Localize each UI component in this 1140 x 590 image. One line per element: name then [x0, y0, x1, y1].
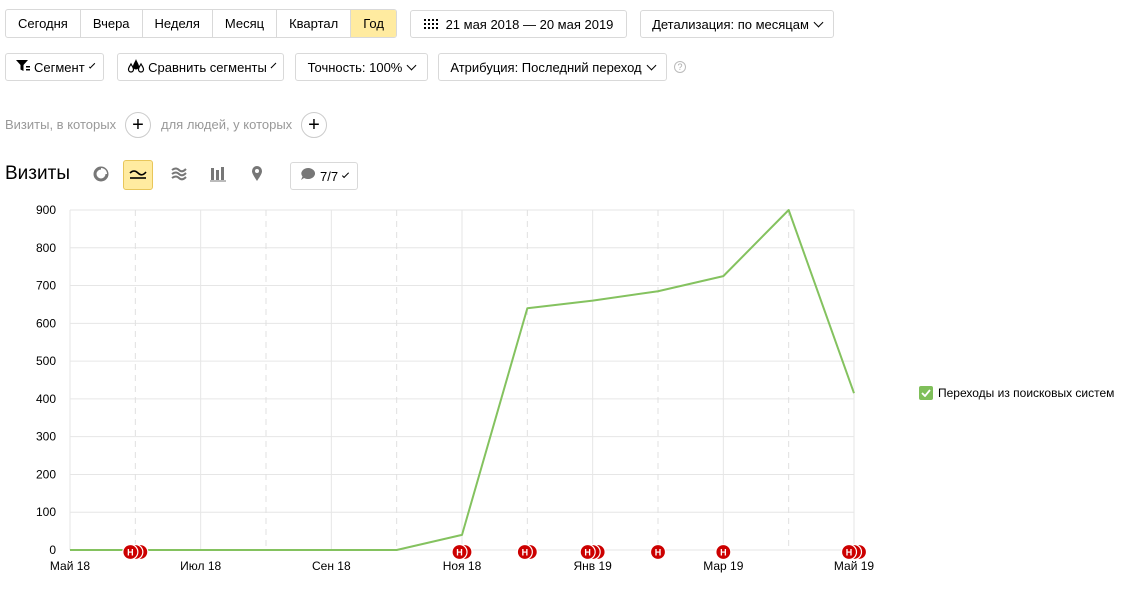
- period-tab[interactable]: Неделя: [143, 10, 213, 37]
- x-tick-label: Июл 18: [180, 559, 221, 573]
- period-selector: Сегодня Вчера Неделя Месяц Квартал Год: [5, 9, 397, 38]
- drops-icon: [127, 58, 145, 76]
- y-tick-label: 100: [36, 505, 56, 519]
- period-tab[interactable]: Месяц: [213, 10, 278, 37]
- pie-chart-view-button[interactable]: [86, 160, 116, 190]
- map-view-button[interactable]: [242, 160, 272, 190]
- checkmark-icon: [921, 389, 931, 397]
- chevron-down-icon: [342, 170, 350, 179]
- y-tick-label: 500: [36, 354, 56, 368]
- x-tick-label: Май 18: [50, 559, 91, 573]
- plus-icon: +: [132, 114, 144, 136]
- chevron-down-icon: [406, 60, 417, 71]
- pie-chart-icon: [93, 166, 109, 185]
- x-tick-label: Сен 18: [312, 559, 351, 573]
- y-tick-label: 800: [36, 241, 56, 255]
- date-range-label: 21 мая 2018 — 20 мая 2019: [445, 16, 614, 32]
- page-title: Визиты: [5, 163, 70, 184]
- period-tab[interactable]: Сегодня: [6, 10, 81, 37]
- x-tick-label: Янв 19: [573, 559, 612, 573]
- note-marker-letter: Н: [522, 548, 529, 558]
- detail-label: Детализация: по месяцам: [652, 16, 809, 32]
- chevron-down-icon: [88, 62, 96, 69]
- x-tick-label: Мар 19: [703, 559, 743, 573]
- chevron-down-icon: [813, 17, 824, 28]
- y-tick-label: 600: [36, 316, 56, 330]
- note-marker-letter: Н: [584, 548, 591, 558]
- area-chart-view-button[interactable]: [164, 160, 194, 190]
- help-icon[interactable]: ?: [674, 61, 686, 73]
- filter-visits-label: Визиты, в которых: [5, 117, 117, 132]
- y-tick-label: 300: [36, 430, 56, 444]
- attribution-dropdown[interactable]: Атрибуция: Последний переход: [438, 53, 667, 81]
- plus-icon: +: [308, 114, 320, 136]
- bar-chart-icon: [210, 166, 226, 185]
- segment-label: Сегмент: [34, 59, 85, 75]
- chevron-down-icon: [270, 62, 277, 69]
- area-chart-icon: [171, 167, 187, 184]
- bar-chart-view-button[interactable]: [203, 160, 233, 190]
- line-chart-view-button[interactable]: [123, 160, 153, 190]
- segment-button[interactable]: Сегмент: [5, 53, 104, 81]
- calendar-icon: [423, 17, 438, 32]
- period-tab[interactable]: Вчера: [81, 10, 143, 37]
- line-chart-icon: [129, 167, 147, 184]
- x-tick-label: Ноя 18: [443, 559, 482, 573]
- attribution-label: Атрибуция: Последний переход: [450, 59, 642, 75]
- compare-label: Сравнить сегменты: [148, 59, 267, 75]
- chevron-down-icon: [646, 60, 657, 71]
- map-pin-icon: [250, 165, 264, 185]
- accuracy-label: Точность: 100%: [307, 59, 403, 75]
- x-tick-label: Май 19: [834, 559, 875, 573]
- notes-count: 7/7: [320, 168, 339, 184]
- add-people-condition-button[interactable]: +: [301, 112, 327, 138]
- comment-icon: [301, 167, 316, 184]
- y-tick-label: 200: [36, 467, 56, 481]
- note-marker-letter: Н: [127, 548, 134, 558]
- legend-label: Переходы из поисковых систем: [938, 386, 1115, 400]
- add-visits-condition-button[interactable]: +: [125, 112, 151, 138]
- y-tick-label: 400: [36, 392, 56, 406]
- visits-line-chart: 0 100 200 300 400 500 600 700 800 900 Май 18 Июл 18…: [36, 203, 875, 573]
- detail-dropdown[interactable]: Детализация: по месяцам: [640, 10, 834, 38]
- y-tick-label: 700: [36, 279, 56, 293]
- legend-checkbox[interactable]: [919, 386, 933, 400]
- legend: Переходы из поисковых систем: [919, 386, 1114, 400]
- filter-icon: [16, 59, 30, 75]
- y-tick-label: 900: [36, 203, 56, 217]
- period-tab[interactable]: Год: [351, 10, 396, 37]
- notes-dropdown[interactable]: 7/7: [290, 162, 358, 190]
- note-marker-letter: Н: [456, 548, 463, 558]
- note-marker-letter: Н: [846, 548, 853, 558]
- date-range-button[interactable]: 21 мая 2018 — 20 мая 2019: [410, 10, 627, 38]
- accuracy-dropdown[interactable]: Точность: 100%: [295, 53, 428, 81]
- compare-segments-button[interactable]: Сравнить сегменты: [117, 53, 284, 81]
- note-marker-letter: Н: [655, 548, 662, 558]
- filter-people-label: для людей, у которых: [161, 117, 293, 132]
- y-tick-label: 0: [49, 543, 56, 557]
- note-marker-letter: Н: [720, 548, 727, 558]
- period-tab[interactable]: Квартал: [277, 10, 352, 37]
